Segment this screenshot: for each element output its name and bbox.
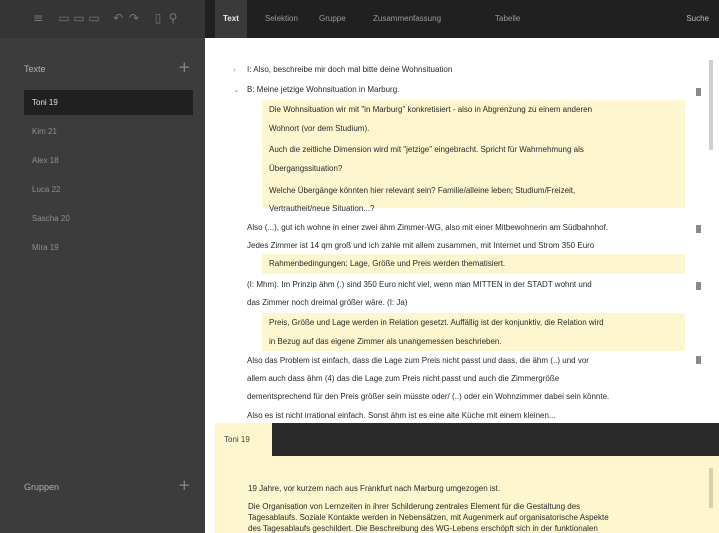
text-list: Toni 19 Kim 21 Alex 18 Luca 22 Sascha 20… [24, 90, 193, 264]
tab-tabelle[interactable]: Tabelle [487, 0, 528, 38]
search-link[interactable]: Suche [686, 0, 709, 38]
transcript-line[interactable]: das Zimmer noch dreimal größer wäre. (I:… [247, 293, 408, 313]
add-text-icon[interactable]: + [178, 60, 191, 75]
sidebar: ≡ ▭ ▭ ▭ ↶ ↷ ▯ ⚲ Texte + Toni 19 Kim 21 A… [0, 0, 205, 533]
save-document-icon[interactable]: ▭ [73, 12, 85, 24]
summary-line[interactable]: des Tagesablaufs geschildert. Die Beschr… [248, 523, 598, 533]
summary-line[interactable]: 19 Jahre, vor kurzem nach aus Frankfurt … [248, 483, 500, 494]
groups-heading: Gruppen [24, 482, 60, 492]
summary-line[interactable]: Tagesablaufs. Soziale Kontakte werden in… [248, 512, 609, 523]
text-item-toni-19[interactable]: Toni 19 [24, 90, 193, 115]
tab-gruppe[interactable]: Gruppe [311, 0, 354, 38]
transcript-line[interactable]: Also (...), gut ich wohne in einer zwei … [247, 218, 608, 238]
comment-line: Preis, Größe und Lage werden in Relation… [269, 318, 604, 327]
toolbar: ≡ ▭ ▭ ▭ ↶ ↷ ▯ ⚲ [0, 0, 205, 38]
comment-line: Vertrautheit/neue Situation...? [269, 204, 375, 213]
texts-heading: Texte [24, 64, 46, 74]
phone-icon[interactable]: ▯ [152, 12, 164, 24]
text-item-alex-18[interactable]: Alex 18 [24, 148, 193, 173]
text-item-sascha-20[interactable]: Sascha 20 [24, 206, 193, 231]
comment-line: Welche Übergänge könnten hier relevant s… [269, 186, 576, 195]
transcript-line[interactable]: Jedes Zimmer ist 14 qm groß und ich zahl… [247, 236, 594, 256]
comment-line: Auch die zeitliche Dimension wird mit "j… [269, 145, 584, 154]
comment-line: Wohnort (vor dem Studium). [269, 124, 370, 133]
comment-line: Rahmenbedingungen: Lage, Größe und Preis… [269, 259, 506, 268]
tab-selektion[interactable]: Selektion [257, 0, 306, 38]
comment-line: Die Wohnsituation wir mit "in Marburg" k… [269, 105, 593, 114]
transcript-line[interactable]: I: Also, beschreibe mir doch mal bitte d… [247, 60, 452, 80]
menu-icon[interactable]: ≡ [32, 12, 44, 24]
document-tab-bar: Toni 19 [215, 423, 719, 456]
search-icon[interactable]: ⚲ [167, 12, 179, 24]
transcript-line[interactable]: dementsprechend für den Preis größer sei… [247, 387, 609, 407]
note-pin-icon[interactable] [696, 356, 701, 364]
transcript-line[interactable]: Also es ist nicht irrational einfach. So… [247, 406, 556, 423]
transcript-scrollbar[interactable] [709, 60, 713, 150]
tab-zusammenfassung[interactable]: Zusammenfassung [365, 0, 449, 38]
transcript-line[interactable]: (I: Mhm). Im Prinzip ähm (.) sind 350 Eu… [247, 275, 592, 295]
comment-line: Übergangssituation? [269, 164, 343, 173]
text-item-luca-22[interactable]: Luca 22 [24, 177, 193, 202]
document-tab[interactable]: Toni 19 [215, 423, 272, 456]
note-pin-icon[interactable] [696, 282, 701, 290]
edit-document-icon[interactable]: ▭ [88, 12, 100, 24]
redo-icon[interactable]: ↷ [128, 12, 140, 24]
transcript-line[interactable]: Also das Problem ist einfach, dass die L… [247, 351, 589, 371]
transcript-line[interactable]: allem auch dass ähm (4) das die Lage zum… [247, 369, 559, 389]
note-pin-icon[interactable] [696, 88, 701, 96]
document-summary: 19 Jahre, vor kurzem nach aus Frankfurt … [215, 456, 719, 533]
note-pin-icon[interactable] [696, 225, 701, 233]
undo-icon[interactable]: ↶ [112, 12, 124, 24]
top-navigation: Text Selektion Gruppe Zusammenfassung Ta… [205, 0, 719, 38]
add-group-icon[interactable]: + [178, 478, 191, 493]
collapse-icon[interactable]: › [233, 65, 236, 74]
expand-icon[interactable]: ⌄ [233, 85, 240, 94]
new-document-icon[interactable]: ▭ [58, 12, 70, 24]
transcript-view: › ⌄ I: Also, beschreibe mir doch mal bit… [215, 38, 719, 423]
summary-line[interactable]: Die Organisation von Lernzeiten in ihrer… [248, 501, 580, 512]
text-item-mira-19[interactable]: Mira 19 [24, 235, 193, 260]
text-item-kim-21[interactable]: Kim 21 [24, 119, 193, 144]
summary-scrollbar[interactable] [709, 468, 713, 508]
tab-text[interactable]: Text [215, 0, 247, 38]
transcript-line[interactable]: B: Meine jetzige Wohnsituation in Marbur… [247, 80, 399, 100]
comment-line: in Bezug auf das eigene Zimmer als unang… [269, 337, 502, 346]
